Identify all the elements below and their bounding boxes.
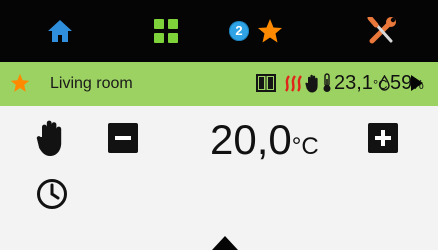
thermometer-icon [323,73,331,92]
grid-icon [154,19,178,43]
rooms-grid-button[interactable] [146,10,186,52]
home-button[interactable] [40,10,80,52]
manual-hand-icon [305,74,318,93]
favorites-button[interactable]: 2 [218,10,294,52]
favorite-star-icon[interactable] [10,73,30,93]
clock-icon[interactable] [36,178,68,210]
increase-setpoint-button[interactable] [368,123,398,153]
setpoint-control-panel: 20,0°C [0,106,438,250]
manual-mode-hand-icon[interactable] [36,119,66,157]
current-humidity-value: 59 [390,72,413,94]
top-nav-bar: 2 [0,0,438,62]
heating-icon [284,75,302,92]
current-temperature-value: 23,1 [334,72,373,94]
setpoint-temperature: 20,0°C [210,116,319,164]
tools-icon [367,17,396,44]
favorites-count-badge: 2 [229,21,249,41]
home-icon [48,20,72,42]
setpoint-unit: °C [291,133,319,160]
setpoint-value: 20,0 [210,116,292,163]
decrease-setpoint-button[interactable] [108,123,138,153]
room-status-bar: Living room 23,1°C 59% [0,62,438,106]
drop-icon [379,75,390,91]
room-name: Living room [50,75,133,92]
window-icon [256,74,276,92]
expand-up-arrow-icon[interactable] [212,236,238,250]
next-room-arrow-icon[interactable] [410,74,424,92]
settings-tools-button[interactable] [360,10,404,52]
star-icon [258,19,282,43]
